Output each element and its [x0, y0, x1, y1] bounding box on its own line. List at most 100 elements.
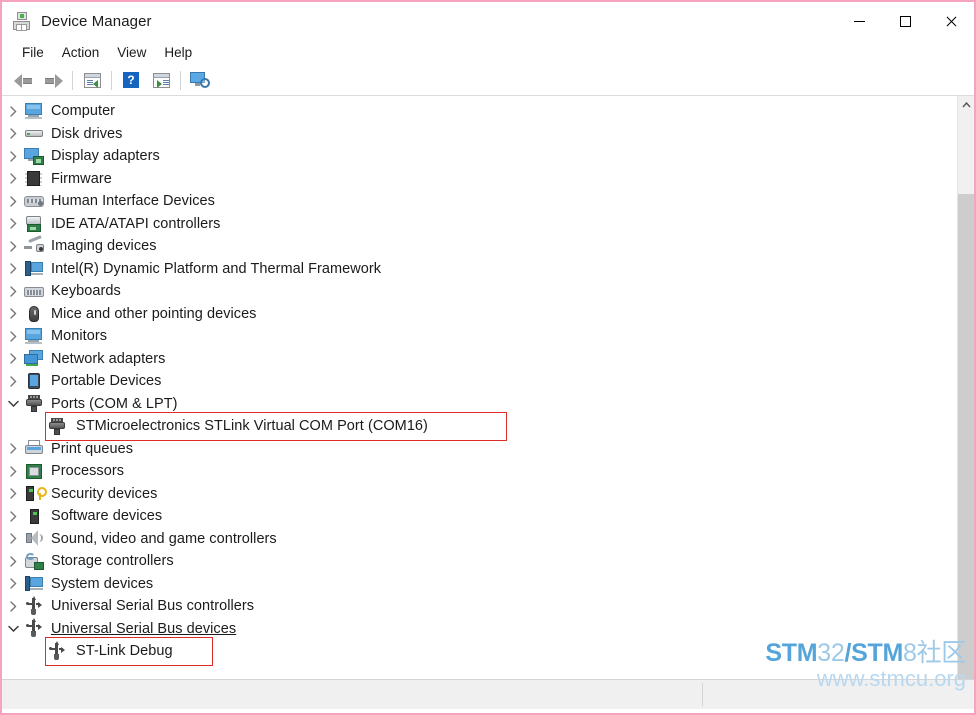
chevron-right-icon[interactable]: [2, 601, 24, 612]
processor-icon: [24, 463, 44, 480]
tree-item-label: Display adapters: [51, 148, 160, 165]
mouse-icon: [24, 305, 44, 323]
tree-item-category[interactable]: Ports (COM & LPT): [2, 393, 956, 416]
tree-item-category[interactable]: Print queues: [2, 438, 956, 461]
usb-icon: [47, 640, 67, 660]
tree-item-label: Ports (COM & LPT): [51, 395, 178, 412]
tree-item-category[interactable]: Intel(R) Dynamic Platform and Thermal Fr…: [2, 258, 956, 281]
tree-item-category[interactable]: Processors: [2, 460, 956, 483]
chevron-right-icon[interactable]: [2, 308, 24, 319]
tree-item-label: Network adapters: [51, 350, 166, 367]
update-driver-button[interactable]: [146, 67, 176, 93]
help-button[interactable]: ?: [116, 67, 146, 93]
chevron-right-icon[interactable]: [2, 286, 24, 297]
chevron-right-icon[interactable]: [2, 173, 24, 184]
port-icon: [47, 417, 67, 435]
tree-item-category[interactable]: Human Interface Devices: [2, 190, 956, 213]
chevron-right-icon[interactable]: [2, 106, 24, 117]
chevron-right-icon[interactable]: [2, 578, 24, 589]
tree-item-category[interactable]: Universal Serial Bus controllers: [2, 595, 956, 618]
chevron-right-icon[interactable]: [2, 151, 24, 162]
tree-item-category[interactable]: Display adapters: [2, 145, 956, 168]
tree-item-device[interactable]: STMicroelectronics STLink Virtual COM Po…: [2, 415, 956, 438]
chevron-right-icon[interactable]: [2, 241, 24, 252]
tree-item-label: Sound, video and game controllers: [51, 530, 277, 547]
chevron-right-icon[interactable]: [2, 353, 24, 364]
display-adapter-icon: [24, 147, 44, 165]
properties-window-icon: [83, 72, 101, 88]
tree-item-category[interactable]: Keyboards: [2, 280, 956, 303]
tree-item-device[interactable]: ST-Link Debug: [2, 640, 956, 663]
minimize-icon: [853, 20, 865, 22]
maximize-button[interactable]: [882, 2, 928, 40]
chevron-right-icon[interactable]: [2, 196, 24, 207]
tree-item-category[interactable]: IDE ATA/ATAPI controllers: [2, 213, 956, 236]
disk-drive-icon: [24, 125, 44, 142]
chevron-right-icon[interactable]: [2, 466, 24, 477]
scroll-up-arrow[interactable]: [958, 96, 974, 113]
security-device-icon: [24, 485, 47, 502]
menu-item-action[interactable]: Action: [53, 42, 109, 63]
chevron-right-icon[interactable]: [2, 511, 24, 522]
scroll-thumb[interactable]: [958, 194, 974, 679]
window-controls: [836, 2, 974, 40]
tree-item-category[interactable]: Firmware: [2, 168, 956, 191]
tree-item-category[interactable]: Security devices: [2, 483, 956, 506]
menu-bar: File Action View Help: [2, 40, 974, 65]
tree-item-category[interactable]: Sound, video and game controllers: [2, 528, 956, 551]
tree-item-category[interactable]: Universal Serial Bus devices: [2, 618, 956, 641]
vertical-scrollbar[interactable]: [957, 96, 974, 679]
window-title: Device Manager: [41, 12, 152, 30]
scan-hardware-changes-button[interactable]: [185, 67, 215, 93]
system-device-icon: [24, 575, 44, 592]
tree-item-category[interactable]: System devices: [2, 573, 956, 596]
menu-item-file[interactable]: File: [13, 42, 53, 63]
chevron-right-icon[interactable]: [2, 128, 24, 139]
toolbar-separator: [111, 70, 112, 90]
portable-device-icon: [24, 372, 44, 390]
tree-item-label: Monitors: [51, 328, 107, 345]
chevron-right-icon[interactable]: [2, 331, 24, 342]
system-device-icon: [24, 260, 44, 277]
tree-item-category[interactable]: Portable Devices: [2, 370, 956, 393]
tree-item-category[interactable]: Disk drives: [2, 123, 956, 146]
tree-item-label: Print queues: [51, 440, 134, 457]
tree-item-category[interactable]: Storage controllers: [2, 550, 956, 573]
tree-item-label: Universal Serial Bus controllers: [51, 598, 255, 615]
back-button[interactable]: [8, 67, 38, 93]
tree-item-category[interactable]: Monitors: [2, 325, 956, 348]
chevron-right-icon[interactable]: [2, 263, 24, 274]
chevron-right-icon[interactable]: [2, 218, 24, 229]
ide-controller-icon: [24, 215, 44, 233]
tree-item-category[interactable]: Imaging devices: [2, 234, 956, 258]
chevron-right-icon[interactable]: [2, 488, 24, 499]
tree-item-category[interactable]: Mice and other pointing devices: [2, 303, 956, 326]
close-button[interactable]: [928, 2, 974, 40]
tree-item-category[interactable]: Computer: [2, 100, 956, 123]
menu-item-view[interactable]: View: [108, 42, 155, 63]
hid-icon: [24, 193, 44, 210]
device-tree: Computer Disk drives Display adapters Firmw…: [2, 100, 956, 679]
keyboard-icon: [24, 283, 44, 300]
chevron-down-icon[interactable]: [2, 400, 24, 408]
network-adapter-icon: [24, 350, 44, 367]
chevron-down-icon[interactable]: [2, 625, 24, 633]
imaging-device-icon: [24, 234, 44, 255]
tree-item-label: System devices: [51, 575, 154, 592]
device-manager-icon: [12, 11, 32, 31]
chevron-right-icon[interactable]: [2, 376, 24, 387]
tree-item-label: Portable Devices: [51, 373, 162, 390]
tree-item-category[interactable]: Software devices: [2, 505, 956, 528]
tree-item-category[interactable]: Network adapters: [2, 348, 956, 371]
chevron-right-icon[interactable]: [2, 443, 24, 454]
tree-item-label: Intel(R) Dynamic Platform and Thermal Fr…: [51, 260, 382, 277]
tree-item-label: Security devices: [51, 485, 158, 502]
forward-button[interactable]: [38, 67, 68, 93]
tree-item-label: ST-Link Debug: [76, 643, 173, 660]
menu-item-help[interactable]: Help: [155, 42, 201, 63]
chevron-right-icon[interactable]: [2, 533, 24, 544]
properties-button[interactable]: [77, 67, 107, 93]
software-device-icon: [24, 508, 44, 525]
chevron-right-icon[interactable]: [2, 556, 24, 567]
minimize-button[interactable]: [836, 2, 882, 40]
